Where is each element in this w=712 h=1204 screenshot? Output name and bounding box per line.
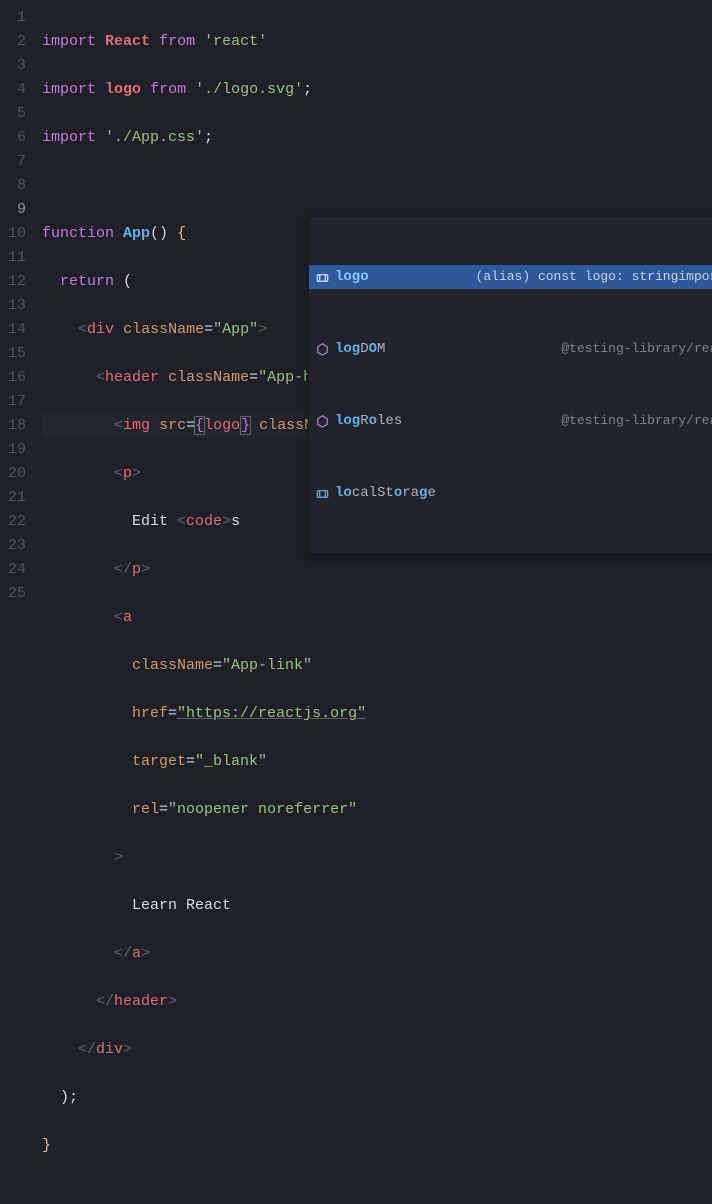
line-number: 1 (0, 6, 26, 30)
line-number: 13 (0, 294, 26, 318)
code-line[interactable]: </header> (42, 990, 712, 1014)
code-line[interactable]: import logo from './logo.svg'; (42, 78, 712, 102)
code-line[interactable]: > (42, 846, 712, 870)
line-number: 20 (0, 462, 26, 486)
suggestion-item[interactable]: logo (alias) const logo: stringimport… (309, 265, 712, 289)
line-number: 6 (0, 126, 26, 150)
code-line[interactable] (42, 174, 712, 198)
code-line[interactable] (42, 1182, 712, 1204)
code-line[interactable]: <a (42, 606, 712, 630)
suggestion-label: logRoles (335, 409, 402, 433)
line-number-gutter: 1 2 3 4 5 6 7 8 9 10 11 12 13 14 15 16 1… (0, 0, 42, 602)
code-line[interactable]: } (42, 1134, 712, 1158)
line-number: 24 (0, 558, 26, 582)
line-number: 7 (0, 150, 26, 174)
line-number: 23 (0, 534, 26, 558)
method-icon (313, 412, 331, 430)
variable-icon (313, 484, 331, 502)
code-line[interactable]: </a> (42, 942, 712, 966)
line-number: 10 (0, 222, 26, 246)
suggestion-label: logo (335, 265, 369, 289)
line-number: 15 (0, 342, 26, 366)
code-area[interactable]: import React from 'react' import logo fr… (42, 0, 712, 602)
code-line[interactable]: </p> (42, 558, 712, 582)
suggestion-detail: (alias) const logo: stringimport… (476, 265, 712, 289)
code-line[interactable]: </div> (42, 1038, 712, 1062)
code-line[interactable]: Learn React (42, 894, 712, 918)
code-line[interactable]: href="https://reactjs.org" (42, 702, 712, 726)
line-number: 2 (0, 30, 26, 54)
line-number: 12 (0, 270, 26, 294)
code-line[interactable]: rel="noopener noreferrer" (42, 798, 712, 822)
suggestion-item[interactable]: logRoles @testing-library/react (309, 409, 712, 433)
line-number: 19 (0, 438, 26, 462)
line-number: 3 (0, 54, 26, 78)
suggestion-item[interactable]: logDOM @testing-library/react (309, 337, 712, 361)
code-line[interactable]: ); (42, 1086, 712, 1110)
suggestion-detail: @testing-library/react (561, 409, 712, 433)
code-line[interactable]: import React from 'react' (42, 30, 712, 54)
line-number: 17 (0, 390, 26, 414)
method-icon (313, 340, 331, 358)
line-number: 4 (0, 78, 26, 102)
suggestion-detail: @testing-library/react (561, 337, 712, 361)
line-number: 16 (0, 366, 26, 390)
line-number: 11 (0, 246, 26, 270)
suggestion-label: logDOM (335, 337, 385, 361)
intellisense-popup[interactable]: logo (alias) const logo: stringimport… l… (308, 216, 712, 554)
code-line[interactable]: import './App.css'; (42, 126, 712, 150)
code-editor[interactable]: 1 2 3 4 5 6 7 8 9 10 11 12 13 14 15 16 1… (0, 0, 712, 602)
line-number: 21 (0, 486, 26, 510)
line-number: 5 (0, 102, 26, 126)
line-number: 9 (0, 198, 26, 222)
suggestion-item[interactable]: localStorage (309, 481, 712, 505)
line-number: 22 (0, 510, 26, 534)
line-number: 25 (0, 582, 26, 606)
line-number: 14 (0, 318, 26, 342)
suggestion-label: localStorage (335, 481, 436, 505)
code-line[interactable]: target="_blank" (42, 750, 712, 774)
variable-icon (313, 268, 331, 286)
code-line[interactable]: className="App-link" (42, 654, 712, 678)
line-number: 8 (0, 174, 26, 198)
line-number: 18 (0, 414, 26, 438)
